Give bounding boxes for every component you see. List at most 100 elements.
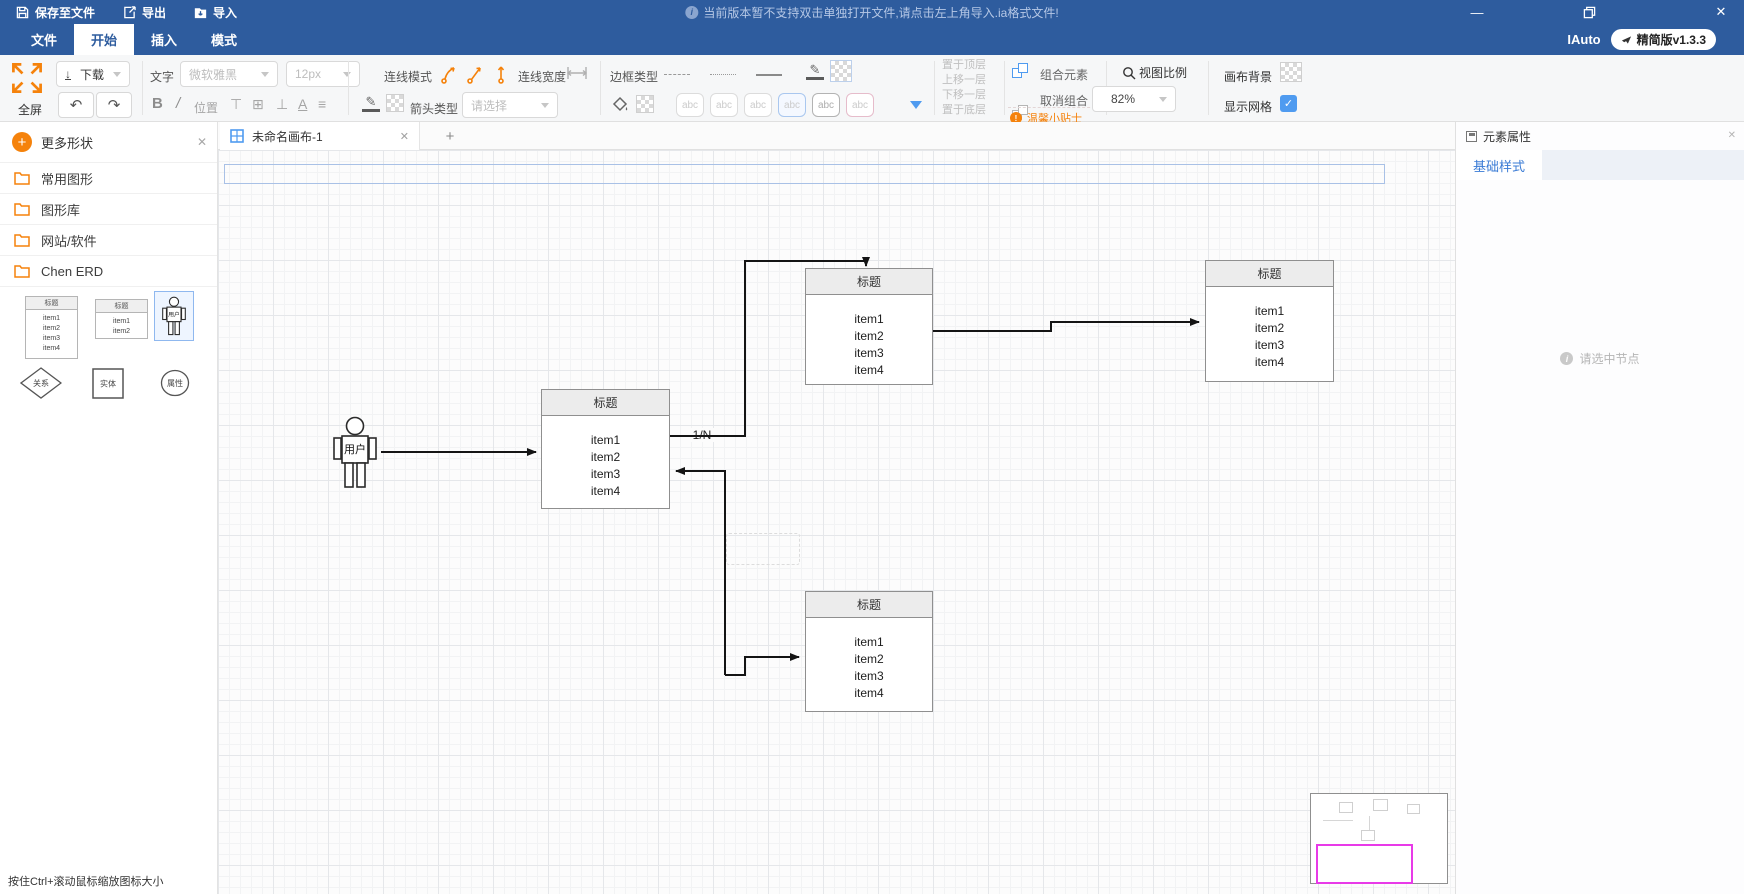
download-icon: ↓ [65, 69, 71, 80]
bold-button[interactable]: B [152, 95, 163, 112]
sidebar-item-chen-erd[interactable]: Chen ERD [0, 255, 217, 286]
text-style-chip[interactable]: abc [846, 93, 874, 117]
thumb-entity-4items[interactable]: 标题 item1 item2 item3 item4 [25, 296, 78, 359]
canvas-tab[interactable]: 未命名画布-1 ✕ [220, 122, 420, 150]
zoom-section-label: 视图比例 [1122, 64, 1187, 81]
text-style-chip[interactable]: abc [812, 93, 840, 117]
underline-button[interactable]: A [298, 96, 307, 112]
sidebar-close-button[interactable]: ✕ [197, 135, 207, 149]
tab-close-button[interactable]: ✕ [400, 130, 409, 143]
download-dropdown[interactable]: ↓ 下载 [56, 61, 130, 87]
thumb-actor-selected[interactable]: 用户 [154, 291, 194, 341]
export-button[interactable]: 导出 [123, 4, 166, 21]
minimap-shape [1407, 804, 1420, 814]
thumb-entity-rect[interactable]: 实体 [92, 368, 124, 399]
chevron-down-icon [343, 72, 351, 77]
paper-plane-icon [1621, 35, 1632, 45]
italic-button[interactable]: / [176, 95, 180, 112]
svg-text:实体: 实体 [100, 379, 116, 389]
menu-item-insert[interactable]: 插入 [134, 24, 194, 55]
menu-item-home[interactable]: 开始 [74, 24, 134, 55]
text-section-label: 文字 [150, 68, 174, 85]
window-close-button[interactable]: ✕ [1710, 0, 1732, 24]
border-color-swatch[interactable] [830, 60, 852, 82]
titlebar: 保存至文件 导出 导入 i 当前版本暂不支持双击单独打开文件,请点击左上角导入.… [0, 0, 1744, 24]
send-to-back-button[interactable]: 置于底层 [942, 103, 986, 118]
redo-icon: ↷ [108, 96, 121, 114]
line-width-icon[interactable] [566, 65, 588, 81]
panel-icon [1466, 131, 1477, 142]
canvas-bg-swatch[interactable] [1280, 62, 1302, 82]
edge-top-to-right[interactable] [933, 322, 1199, 331]
edges-layer [218, 150, 1455, 894]
send-backward-button[interactable]: 下移一层 [942, 88, 986, 103]
minimap-shape [1339, 802, 1353, 813]
export-label: 导出 [142, 4, 166, 21]
border-style-dashed-option[interactable] [664, 74, 690, 75]
edge-center-to-top[interactable] [670, 261, 866, 436]
align-middle-icon[interactable]: ⊞ [252, 96, 264, 113]
sidebar-title: 更多形状 [41, 133, 93, 152]
save-to-file-label: 保存至文件 [35, 4, 95, 21]
border-style-dotted-option[interactable] [710, 74, 736, 75]
align-top-icon[interactable]: ⊤ [230, 96, 242, 113]
fill-bucket-icon[interactable] [612, 96, 629, 113]
menu-item-file[interactable]: 文件 [14, 24, 74, 55]
canvas-bg-label: 画布背景 [1224, 68, 1272, 85]
minimap[interactable] [1310, 793, 1448, 884]
minimap-viewport[interactable] [1316, 844, 1413, 884]
position-button[interactable]: 位置 [194, 99, 218, 116]
fill-color-swatch[interactable] [636, 95, 654, 113]
line-color-pencil-icon[interactable]: ✎ [362, 94, 380, 112]
border-style-solid-option[interactable] [756, 74, 782, 76]
save-to-file-button[interactable]: 保存至文件 [16, 4, 95, 21]
menu-item-mode[interactable]: 模式 [194, 24, 254, 55]
tab-basic-style[interactable]: 基础样式 [1456, 150, 1542, 180]
align-bottom-icon[interactable]: ⊥ [276, 96, 288, 113]
sidebar-header: + 更多形状 ✕ [0, 122, 217, 162]
window-minimize-button[interactable]: — [1466, 0, 1488, 24]
sidebar-item-shape-library[interactable]: 图形库 [0, 193, 217, 224]
bring-to-front-button[interactable]: 置于顶层 [942, 58, 986, 73]
new-tab-button[interactable]: + [440, 126, 460, 146]
text-style-chip[interactable]: abc [744, 93, 772, 117]
show-grid-checkbox[interactable]: ✓ [1280, 95, 1297, 112]
sidebar-item-common-shapes[interactable]: 常用图形 [0, 162, 217, 193]
thumb-attribute-circle[interactable]: 属性 [160, 369, 190, 397]
minimap-edge [1323, 820, 1353, 821]
diagram-canvas[interactable]: 用户 标题item1item2item3item4标题item1item2ite… [218, 150, 1455, 894]
undo-button[interactable]: ↶ [58, 92, 94, 118]
zoom-hint-text: 按住Ctrl+滚动鼠标缩放图标大小 [8, 873, 164, 889]
version-badge[interactable]: 精简版v1.3.3 [1611, 29, 1716, 50]
properties-panel: 元素属性 ✕ 基础样式 i 请选中节点 [1455, 122, 1744, 894]
chevron-down-icon [1159, 97, 1167, 102]
line-mode-straight-button[interactable] [466, 63, 484, 85]
border-color-pencil-icon[interactable]: ✎ [806, 62, 824, 80]
line-color-swatch[interactable] [386, 94, 404, 112]
zoom-select[interactable]: 82% [1092, 86, 1176, 112]
text-style-chip[interactable]: abc [676, 93, 704, 117]
bring-forward-button[interactable]: 上移一层 [942, 73, 986, 88]
edge-branch-to-bottom[interactable] [725, 657, 799, 675]
text-align-icon[interactable]: ≡ [318, 96, 326, 112]
thumb-entity-2items[interactable]: 标题 item1 item2 [95, 299, 148, 339]
add-shapes-icon[interactable]: + [12, 132, 32, 152]
line-mode-ortho-button[interactable] [492, 63, 510, 85]
text-style-chip[interactable]: abc [710, 93, 738, 117]
chevron-down-icon [541, 103, 549, 108]
more-styles-caret-icon[interactable] [910, 101, 922, 109]
arrow-type-select[interactable]: 请选择 [462, 92, 558, 118]
redo-button[interactable]: ↷ [96, 92, 132, 118]
window-maximize-button[interactable] [1578, 0, 1600, 24]
text-style-chip-active[interactable]: abc [778, 93, 806, 117]
fullscreen-button[interactable] [10, 59, 44, 97]
font-family-select[interactable]: 微软雅黑 [180, 61, 278, 87]
line-mode-curve-button[interactable] [440, 63, 458, 85]
panel-close-button[interactable]: ✕ [1728, 130, 1736, 141]
edge-branch-to-center[interactable] [676, 471, 725, 675]
group-elements-button[interactable]: 组合元素 [1040, 66, 1088, 83]
thumb-relationship-diamond[interactable]: 关系 [20, 367, 62, 399]
arrow-type-label: 箭头类型 [410, 100, 458, 117]
import-button[interactable]: 导入 [194, 4, 237, 21]
sidebar-item-web-software[interactable]: 网站/软件 [0, 224, 217, 255]
